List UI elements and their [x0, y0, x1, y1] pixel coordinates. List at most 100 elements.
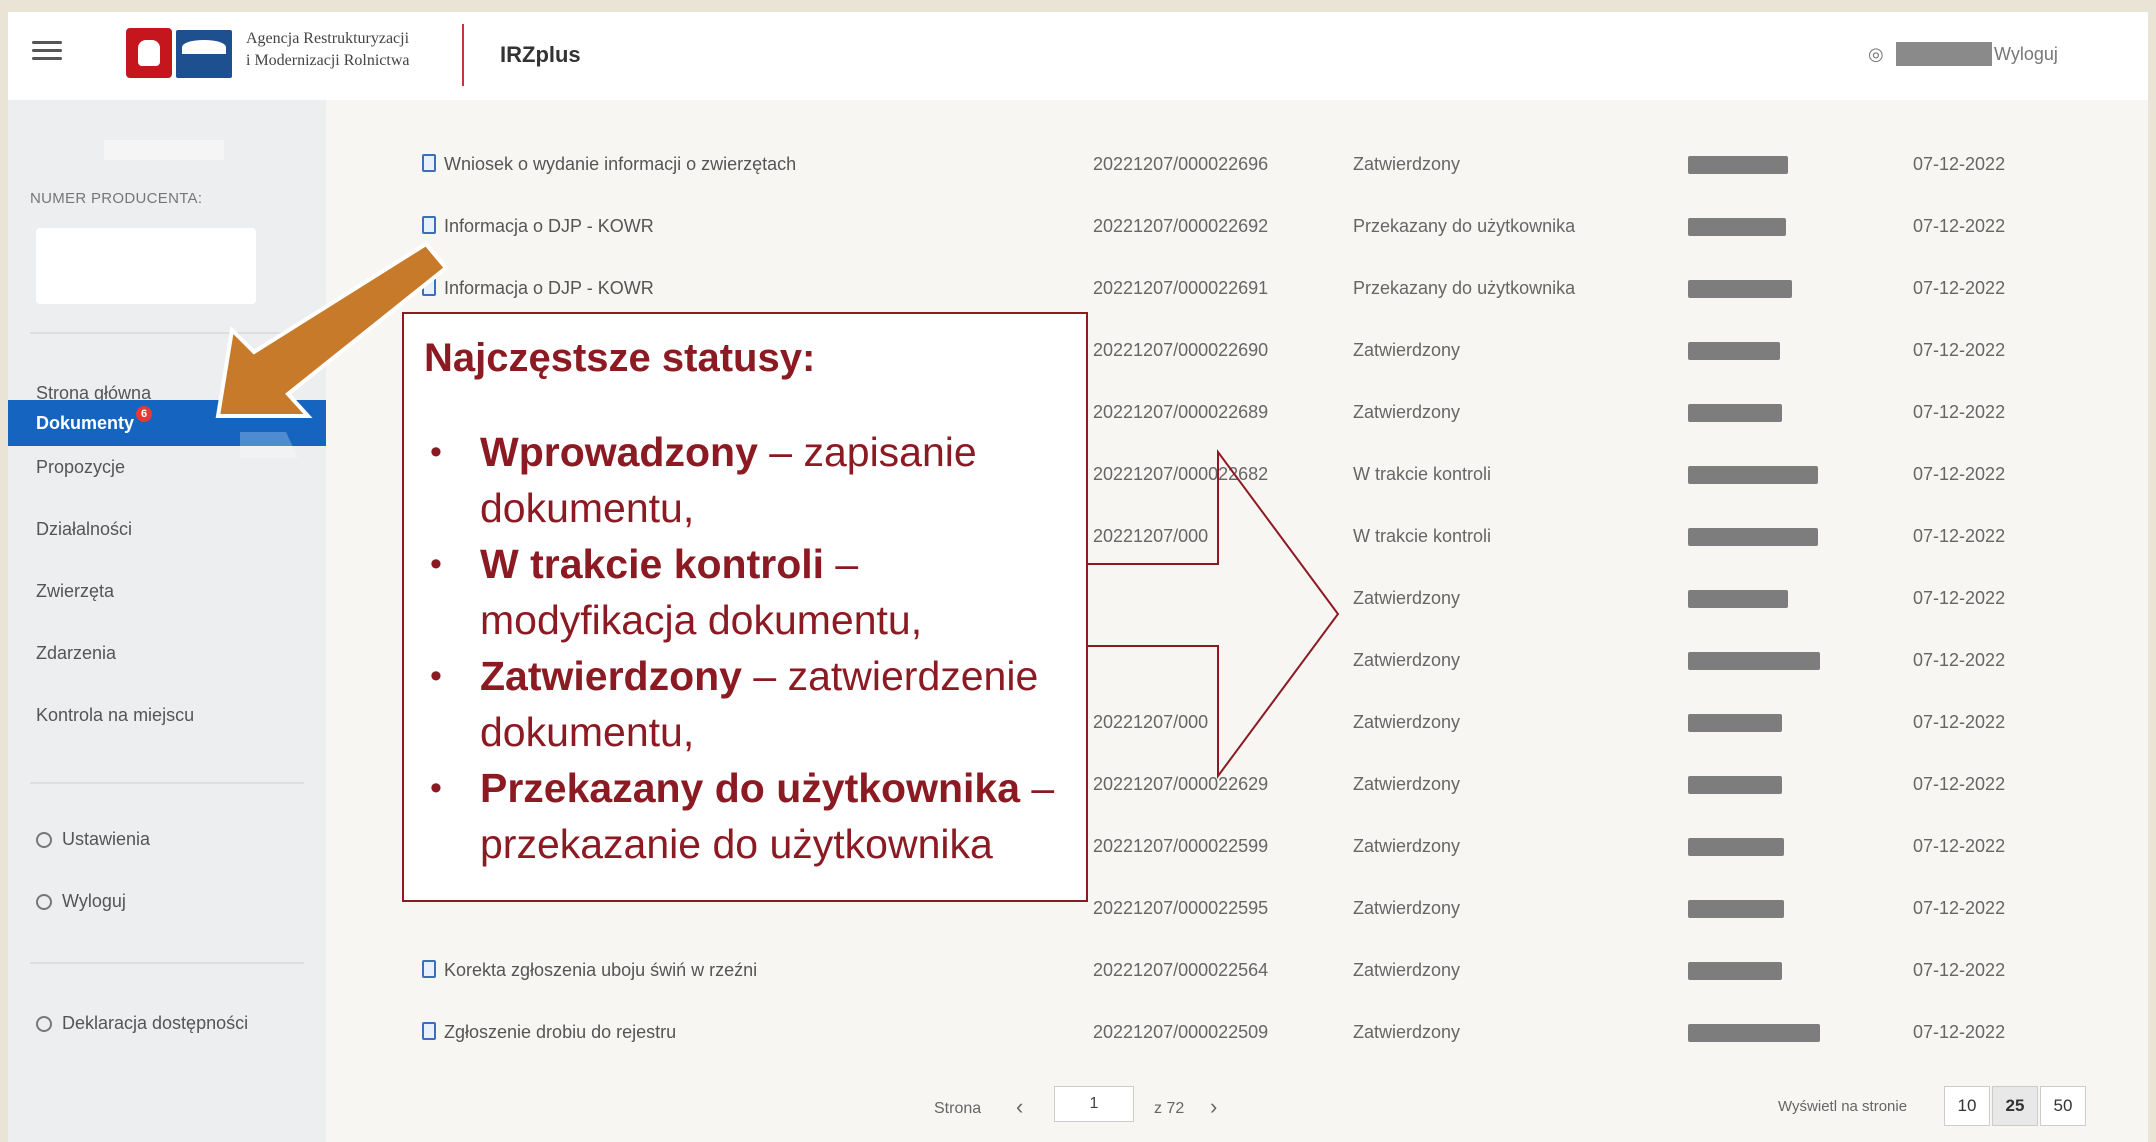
- document-number: 20221207/000022689: [1093, 402, 1269, 422]
- per-page-option-50[interactable]: 50: [2040, 1086, 2086, 1126]
- eagle-emblem-icon: [126, 28, 172, 78]
- document-status: Zatwierdzony: [1353, 588, 1461, 608]
- app-name: IRZplus: [500, 42, 581, 67]
- document-date: 07-12-2022: [1913, 836, 2006, 856]
- status-item: Zatwierdzony – zatwierdzenie dokumentu,: [424, 648, 1074, 760]
- agency-line-2: i Modernizacji Rolnictwa: [246, 52, 410, 69]
- redacted-field: [1688, 528, 1818, 546]
- document-status: W trakcie kontroli: [1353, 464, 1492, 484]
- status-item: Przekazany do użytkownika – przekazanie …: [424, 760, 1074, 872]
- redacted-field: [1688, 590, 1788, 608]
- document-number: 20221207/000022691: [1093, 278, 1269, 298]
- document-icon: [422, 278, 436, 296]
- status-description: przekazanie do użytkownika: [480, 821, 993, 867]
- document-icon: [422, 960, 436, 978]
- redacted-field: [1688, 1024, 1820, 1042]
- agency-name: Agencja Restrukturyzacji i Modernizacji …: [246, 28, 410, 72]
- status-item: W trakcie kontroli – modyfikacja dokumen…: [424, 536, 1074, 648]
- redacted-field: [1688, 714, 1782, 732]
- document-date: 07-12-2022: [1913, 340, 2006, 360]
- status-list: Wprowadzony – zapisanie dokumentu, W tra…: [424, 424, 1074, 872]
- page-label: Strona: [934, 1100, 982, 1117]
- table-row[interactable]: Korekta zgłoszenia uboju świń w rzeźni 2…: [8, 940, 2148, 1002]
- document-date: 07-12-2022: [1913, 154, 2006, 174]
- per-page-label: Wyświetl na stronie: [1778, 1098, 1908, 1115]
- document-date: 07-12-2022: [1913, 960, 2006, 980]
- document-status: Zatwierdzony: [1353, 898, 1461, 918]
- hamburger-menu-icon[interactable]: [32, 36, 62, 66]
- status-term: W trakcie kontroli: [480, 541, 825, 587]
- document-status: Zatwierdzony: [1353, 650, 1461, 670]
- document-name[interactable]: Zgłoszenie drobiu do rejestru: [444, 1022, 676, 1043]
- callout-title: Najczęstsze statusy:: [424, 336, 816, 380]
- user-icon: ◎: [1868, 44, 1884, 64]
- table-row[interactable]: Zgłoszenie drobiu do rejestru 20221207/0…: [8, 1002, 2148, 1064]
- document-number: 20221207/000022629: [1093, 774, 1269, 794]
- status-separator: –: [741, 653, 788, 699]
- redacted-field: [1688, 466, 1818, 484]
- header-divider: [462, 24, 464, 86]
- document-status: Przekazany do użytkownika: [1353, 278, 1576, 298]
- status-term: Wprowadzony: [480, 429, 758, 475]
- document-status: Zatwierdzony: [1353, 154, 1461, 174]
- table-row[interactable]: Wniosek o wydanie informacji o zwierzęta…: [8, 134, 2148, 196]
- document-date: 07-12-2022: [1913, 402, 2006, 422]
- per-page-option-10[interactable]: 10: [1944, 1086, 1990, 1126]
- status-description: modyfikacja dokumentu,: [480, 597, 923, 643]
- document-date: 07-12-2022: [1913, 216, 2006, 236]
- document-status: Zatwierdzony: [1353, 836, 1461, 856]
- logo: [126, 28, 234, 78]
- redacted-field: [1688, 900, 1784, 918]
- document-number: 20221207/000022692: [1093, 216, 1269, 236]
- document-date: 07-12-2022: [1913, 650, 2006, 670]
- document-status: Zatwierdzony: [1353, 1022, 1461, 1042]
- page-number-input[interactable]: [1054, 1086, 1134, 1122]
- top-header: Agencja Restrukturyzacji i Modernizacji …: [8, 12, 2148, 100]
- status-term: Przekazany do użytkownika: [480, 765, 1021, 811]
- document-number: 20221207/000022509: [1093, 1022, 1269, 1042]
- redacted-field: [1688, 404, 1782, 422]
- redacted-field: [1688, 342, 1780, 360]
- document-status: Zatwierdzony: [1353, 340, 1461, 360]
- document-name[interactable]: Wniosek o wydanie informacji o zwierzęta…: [444, 154, 796, 175]
- document-icon: [422, 1022, 436, 1040]
- table-row[interactable]: Informacja o DJP - KOWR 20221207/0000226…: [8, 258, 2148, 320]
- document-date: 07-12-2022: [1913, 526, 2006, 546]
- status-callout: Najczęstsze statusy: Wprowadzony – zapis…: [402, 312, 1088, 902]
- document-name[interactable]: Informacja o DJP - KOWR: [444, 278, 654, 299]
- prev-page-icon[interactable]: ‹: [1016, 1094, 1023, 1120]
- logout-link[interactable]: Wyloguj: [1994, 44, 2058, 65]
- document-number: 20221207/000022595: [1093, 898, 1269, 918]
- redacted-field: [1688, 652, 1820, 670]
- redacted-field: [1688, 776, 1782, 794]
- document-icon: [422, 154, 436, 172]
- redacted-field: [1688, 838, 1784, 856]
- document-date: 07-12-2022: [1913, 774, 2006, 794]
- document-date: 07-12-2022: [1913, 1022, 2006, 1042]
- redacted-field: [1688, 962, 1782, 980]
- user-name-redacted: [1896, 42, 1992, 66]
- document-name[interactable]: Korekta zgłoszenia uboju świń w rzeźni: [444, 960, 757, 981]
- status-item: Wprowadzony – zapisanie dokumentu,: [424, 424, 1074, 536]
- status-separator: –: [824, 541, 859, 587]
- document-status: Przekazany do użytkownika: [1353, 216, 1576, 236]
- per-page-option-25[interactable]: 25: [1992, 1086, 2038, 1126]
- document-number: 20221207/000022682: [1093, 464, 1269, 484]
- document-name[interactable]: Informacja o DJP - KOWR: [444, 216, 654, 237]
- document-date: 07-12-2022: [1913, 712, 2006, 732]
- document-number: 20221207/000022696: [1093, 154, 1269, 174]
- document-status: W trakcie kontroli: [1353, 526, 1492, 546]
- document-number: 20221207/000022599: [1093, 836, 1269, 856]
- document-number: 20221207/000022690: [1093, 340, 1269, 360]
- agency-line-1: Agencja Restrukturyzacji: [246, 30, 410, 47]
- status-separator: –: [757, 429, 804, 475]
- table-row[interactable]: Informacja o DJP - KOWR 20221207/0000226…: [8, 196, 2148, 258]
- next-page-icon[interactable]: ›: [1210, 1094, 1217, 1120]
- document-number: 20221207/000: [1093, 712, 1209, 732]
- status-separator: –: [1020, 765, 1055, 811]
- app-frame: Agencja Restrukturyzacji i Modernizacji …: [8, 12, 2148, 1142]
- document-date: 07-12-2022: [1913, 278, 2006, 298]
- document-date: 07-12-2022: [1913, 464, 2006, 484]
- document-number: 20221207/000022564: [1093, 960, 1269, 980]
- total-pages: z 72: [1154, 1100, 1185, 1117]
